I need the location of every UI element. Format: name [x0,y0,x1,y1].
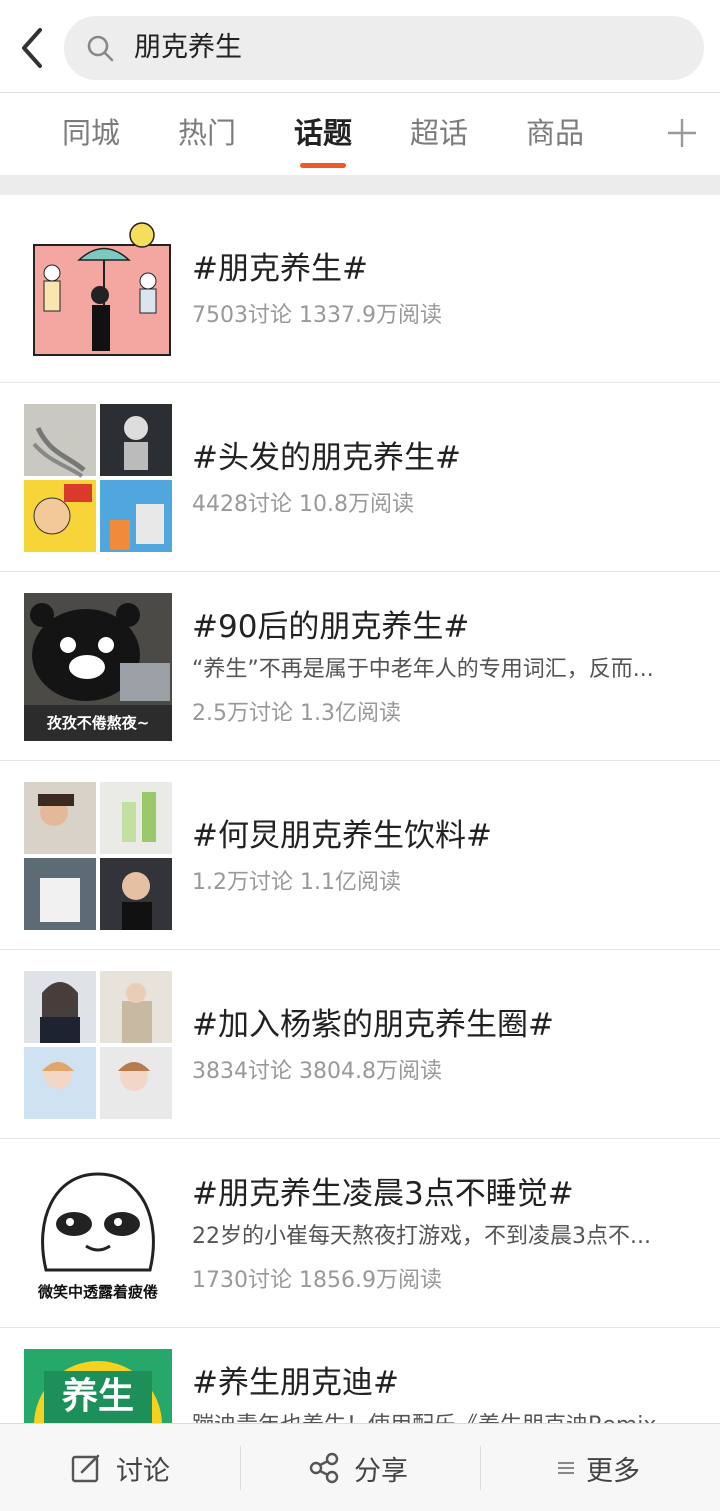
topic-description: “养生”不再是属于中老年人的专用词汇，反而... [192,657,654,682]
topic-thumbnail: 养生 [24,1349,172,1423]
topic-row[interactable]: #朋克养生# 7503讨论 1337.9万阅读 [0,195,720,383]
topic-stats: 1.2万讨论 1.1亿阅读 [192,870,401,895]
actress-photo-collage-image [24,971,172,1119]
discuss-label: 讨论 [116,1455,170,1487]
topic-title: #90后的朋克养生# [192,609,470,645]
menu-lines-icon [558,1462,574,1474]
search-input[interactable]: 朋克养生 [64,16,704,80]
share-icon [309,1452,339,1484]
topic-title: #加入杨紫的朋克养生圈# [192,1007,554,1043]
discuss-button[interactable]: 讨论 [70,1424,170,1511]
topic-row[interactable]: #头发的朋克养生# 4428讨论 10.8万阅读 [0,384,720,572]
back-button[interactable] [14,26,50,70]
share-label: 分享 [354,1455,408,1487]
tab-products[interactable]: 商品 [526,113,584,153]
topic-stats: 1730讨论 1856.9万阅读 [192,1268,442,1293]
hair-loss-collage-image [24,404,172,552]
topic-thumbnail: 孜孜不倦熬夜~ [24,593,172,741]
topic-title: #头发的朋克养生# [192,440,461,476]
more-button[interactable]: 更多 [556,1424,640,1511]
topic-thumbnail [24,971,172,1119]
cartoon-girls-umbrella-image [24,215,172,363]
topic-row[interactable]: #何炅朋克养生饮料# 1.2万讨论 1.1亿阅读 [0,762,720,950]
topic-title: #何炅朋克养生饮料# [192,818,492,854]
topic-stats: 7503讨论 1337.9万阅读 [192,303,442,328]
topic-thumbnail [24,782,172,930]
topic-thumbnail: 微笑中透露着疲倦 [24,1160,172,1308]
more-label: 更多 [586,1455,640,1487]
thumbnail-caption: 孜孜不倦熬夜~ [46,714,150,732]
bottom-action-bar: 讨论 分享 更多 [0,1423,720,1511]
thumbnail-caption: 微笑中透露着疲倦 [37,1283,158,1301]
compose-icon [71,1454,100,1483]
topic-title: #朋克养生# [192,251,368,287]
tab-hot[interactable]: 热门 [178,113,236,153]
tab-bar: 同城 热门 话题 超话 商品 [0,93,720,175]
tab-super-topics[interactable]: 超话 [410,113,468,153]
search-icon [87,35,114,62]
plus-icon[interactable] [664,115,700,151]
bottom-bar-divider [240,1446,241,1490]
topic-row[interactable]: #加入杨紫的朋克养生圈# 3834讨论 3804.8万阅读 [0,951,720,1139]
topic-row[interactable]: 孜孜不倦熬夜~ #90后的朋克养生# “养生”不再是属于中老年人的专用词汇，反而… [0,573,720,761]
topic-thumbnail [24,215,172,363]
topic-title: #养生朋克迪# [192,1365,399,1401]
topic-thumbnail [24,404,172,552]
thumbnail-caption: 养生 [61,1376,134,1417]
section-gap [0,175,720,195]
topic-stats: 4428讨论 10.8万阅读 [192,492,414,517]
bottom-bar-divider [480,1446,481,1490]
drink-photo-collage-image [24,782,172,930]
topic-row[interactable]: 微笑中透露着疲倦 #朋克养生凌晨3点不睡觉# 22岁的小崔每天熬夜打游戏，不到凌… [0,1140,720,1328]
topic-row[interactable]: 养生 #养生朋克迪# 蹦迪青年也养生！使用配乐《养生朋克迪Remix [0,1329,720,1423]
topic-description: 22岁的小崔每天熬夜打游戏，不到凌晨3点不... [192,1224,651,1249]
search-query-text: 朋克养生 [134,32,242,63]
topic-list: #朋克养生# 7503讨论 1337.9万阅读 #头发的朋克养生# 4428讨论… [0,195,720,1423]
tab-topics[interactable]: 话题 [294,113,352,153]
topic-description: 蹦迪青年也养生！使用配乐《养生朋克迪Remix [192,1411,692,1423]
tab-nearby[interactable]: 同城 [62,113,120,153]
topic-stats: 3834讨论 3804.8万阅读 [192,1059,442,1084]
search-header: 朋克养生 [0,0,720,94]
topic-stats: 2.5万讨论 1.3亿阅读 [192,701,401,726]
active-tab-indicator [300,163,346,168]
back-arrow-icon [22,28,42,68]
share-button[interactable]: 分享 [308,1424,408,1511]
topic-title: #朋克养生凌晨3点不睡觉# [192,1176,574,1212]
